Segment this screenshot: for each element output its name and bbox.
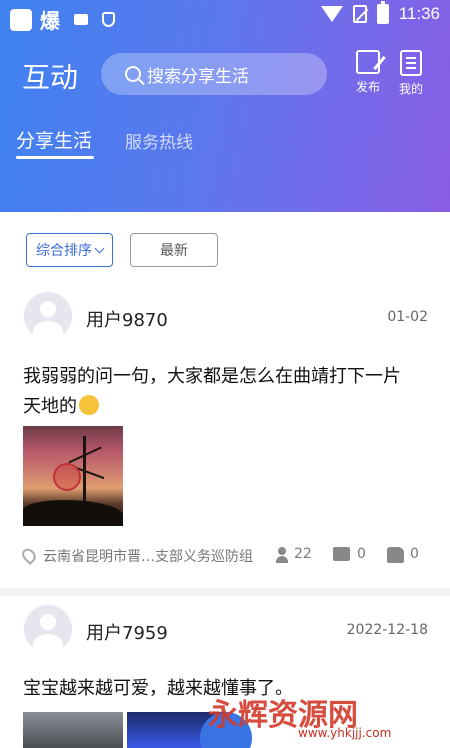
document-icon bbox=[400, 50, 422, 76]
thumbs-up-icon[interactable] bbox=[387, 547, 404, 563]
search-placeholder: 搜索分享生活 bbox=[147, 66, 249, 87]
watermark-url: www.yhkjjj.com bbox=[298, 726, 392, 740]
sort-combined-label: 综合排序 bbox=[36, 243, 92, 259]
search-icon bbox=[125, 66, 141, 82]
tab-service-hotline[interactable]: 服务热线 bbox=[125, 128, 193, 153]
post-text[interactable]: 我弱弱的问一句，大家都是怎么在曲靖打下一片天地的 bbox=[23, 362, 403, 422]
ground-silhouette bbox=[23, 500, 123, 526]
publish-label: 发布 bbox=[355, 80, 380, 94]
location-icon bbox=[19, 545, 39, 566]
sort-latest-button[interactable]: 最新 bbox=[130, 233, 218, 267]
stamp-icon bbox=[53, 463, 81, 491]
divider bbox=[0, 588, 450, 596]
app-label: 爆 bbox=[40, 9, 60, 33]
comment-icon[interactable] bbox=[333, 547, 350, 561]
status-time: 11:36 bbox=[398, 4, 440, 23]
avatar[interactable] bbox=[24, 605, 72, 653]
publish-button[interactable]: 发布 bbox=[350, 50, 386, 95]
avatar[interactable] bbox=[24, 292, 72, 340]
post-image[interactable] bbox=[23, 712, 123, 748]
view-count: 22 bbox=[294, 546, 312, 562]
header: 爆 11:36 互动 搜索分享生活 发布 我的 分享生活 服务热线 bbox=[0, 0, 450, 212]
sort-bar: 综合排序 最新 bbox=[0, 212, 450, 284]
tab-share-life[interactable]: 分享生活 bbox=[16, 126, 92, 153]
status-right: 11:36 bbox=[320, 1, 440, 24]
battery-charging-icon bbox=[376, 1, 389, 24]
status-bar: 爆 11:36 bbox=[0, 0, 450, 34]
tab-active-indicator bbox=[16, 156, 94, 159]
mine-label: 我的 bbox=[398, 82, 423, 96]
search-bar[interactable]: 搜索分享生活 bbox=[101, 53, 327, 95]
shield-icon bbox=[102, 12, 115, 27]
app-notification-icon bbox=[10, 8, 32, 31]
status-left: 爆 bbox=[10, 5, 115, 34]
post-meta: 云南省昆明市晋…支部义务巡防组 22 0 0 bbox=[19, 545, 428, 568]
sort-latest-label: 最新 bbox=[160, 243, 188, 259]
user-icon bbox=[276, 547, 288, 563]
post-username[interactable]: 用户7959 bbox=[86, 619, 168, 645]
edit-icon bbox=[356, 50, 380, 74]
wifi-icon bbox=[320, 6, 343, 22]
post-date: 2022-12-18 bbox=[346, 622, 428, 638]
like-count: 0 bbox=[410, 546, 419, 562]
chevron-down-icon bbox=[94, 243, 105, 253]
post-username[interactable]: 用户9870 bbox=[86, 306, 168, 332]
mine-button[interactable]: 我的 bbox=[393, 50, 429, 97]
sort-combined-button[interactable]: 综合排序 bbox=[26, 233, 113, 267]
thinking-face-icon bbox=[79, 395, 99, 415]
mail-icon bbox=[74, 14, 88, 25]
post-card[interactable]: 用户9870 01-02 我弱弱的问一句，大家都是怎么在曲靖打下一片天地的 云南… bbox=[0, 284, 450, 588]
post-image[interactable] bbox=[23, 426, 123, 526]
post-date: 01-02 bbox=[387, 309, 428, 325]
comment-count: 0 bbox=[357, 546, 366, 562]
post-location[interactable]: 云南省昆明市晋…支部义务巡防组 bbox=[43, 546, 253, 566]
page-title: 互动 bbox=[22, 61, 79, 94]
no-sim-icon bbox=[352, 5, 367, 23]
